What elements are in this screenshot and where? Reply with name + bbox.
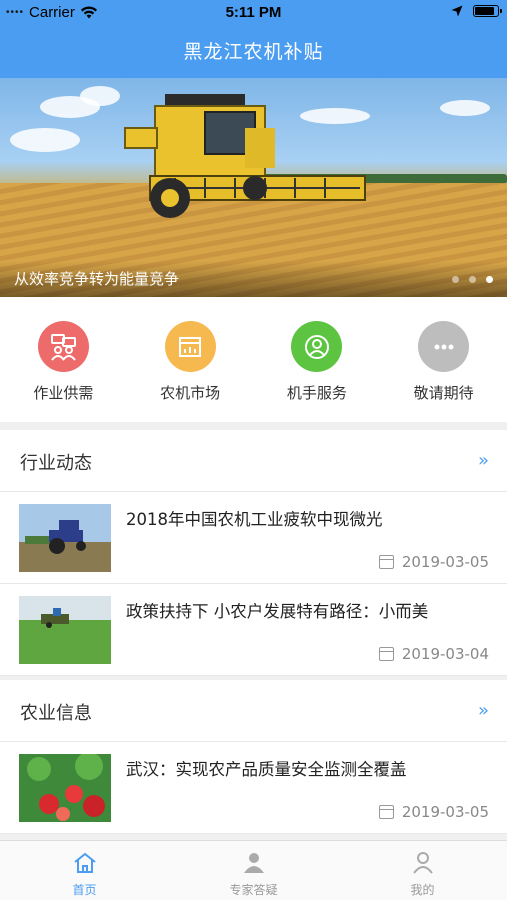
feature-label: 作业供需 [33,384,94,402]
expert-icon [243,853,264,873]
date-text: 2019-03-05 [401,803,489,821]
tab-label: 专家答疑 [229,883,278,897]
status-right [451,5,502,17]
tab-label: 我的 [410,883,435,897]
news-date: 2019-03-05 [378,803,489,821]
calendar-icon [378,647,394,661]
feature-label: 农机市场 [160,384,221,402]
feature-supply-demand[interactable]: 作业供需 [0,297,127,422]
feature-operator-service[interactable]: 机手服务 [254,297,381,422]
feature-grid: 作业供需 农机市场 机手服务 敬请期待 [0,297,507,422]
battery-icon [473,5,502,17]
profile-icon [412,852,433,874]
carousel-pager[interactable] [452,276,493,283]
section-title: 农业信息 [20,703,92,724]
news-title: 2018年中国农机工业疲软中现微光 [126,510,383,529]
banner-caption: 从效率竞争转为能量竞争 [14,270,180,288]
news-item[interactable]: 政策扶持下 小农户发展特有路径：小而美 2019-03-04 [0,584,507,676]
feature-label: 敬请期待 [413,384,474,402]
tab-home[interactable]: 首页 [0,841,169,900]
date-text: 2019-03-05 [401,553,489,571]
pager-dot[interactable] [452,276,459,283]
section-header: 行业动态 » [0,430,507,492]
home-icon [73,852,96,873]
section-title: 行业动态 [20,453,92,474]
feature-coming-soon[interactable]: 敬请期待 [380,297,507,422]
tab-profile[interactable]: 我的 [338,841,507,900]
clock: 5:11 PM [225,4,282,21]
pager-dot[interactable] [469,276,476,283]
cloud [10,128,80,152]
person-service-icon [291,321,343,372]
status-bar: •••• Carrier 5:11 PM [0,0,507,26]
people-chat-icon [37,321,89,372]
news-thumbnail [19,504,111,572]
more-chevron-icon[interactable]: » [478,450,489,471]
agri-info-section: 农业信息 » 武汉：实现农产品质量安全监测全覆盖 2019-03-05 [0,680,507,834]
feature-machinery-market[interactable]: 农机市场 [127,297,254,422]
news-item[interactable]: 武汉：实现农产品质量安全监测全覆盖 2019-03-05 [0,742,507,834]
section-header: 农业信息 » [0,680,507,742]
cloud [440,100,490,116]
tab-label: 首页 [72,883,97,897]
tab-expert[interactable]: 专家答疑 [169,841,338,900]
news-thumbnail [19,596,111,664]
news-item[interactable]: 2018年中国农机工业疲软中现微光 2019-03-05 [0,492,507,584]
news-title: 政策扶持下 小农户发展特有路径：小而美 [126,602,429,621]
news-thumbnail [19,754,111,822]
calendar-icon [378,555,394,569]
date-text: 2019-03-04 [401,645,489,663]
news-date: 2019-03-05 [378,553,489,571]
pager-dot-active[interactable] [486,276,493,283]
more-chevron-icon[interactable]: » [478,700,489,721]
combine-harvester-image [124,94,366,218]
tab-bar: 首页 专家答疑 我的 [0,840,507,900]
feature-label: 机手服务 [286,384,347,402]
nav-title: 黑龙江农机补贴 [0,26,507,78]
banner-carousel[interactable]: 从效率竞争转为能量竞争 [0,78,507,297]
news-title: 武汉：实现农产品质量安全监测全覆盖 [126,760,407,779]
more-icon [418,321,470,372]
news-date: 2019-03-04 [378,645,489,663]
location-arrow-icon [451,5,463,17]
industry-news-section: 行业动态 » 2018年中国农机工业疲软中现微光 2019-03-05 政策扶持… [0,430,507,676]
calendar-icon [378,805,394,819]
market-icon [164,321,216,372]
